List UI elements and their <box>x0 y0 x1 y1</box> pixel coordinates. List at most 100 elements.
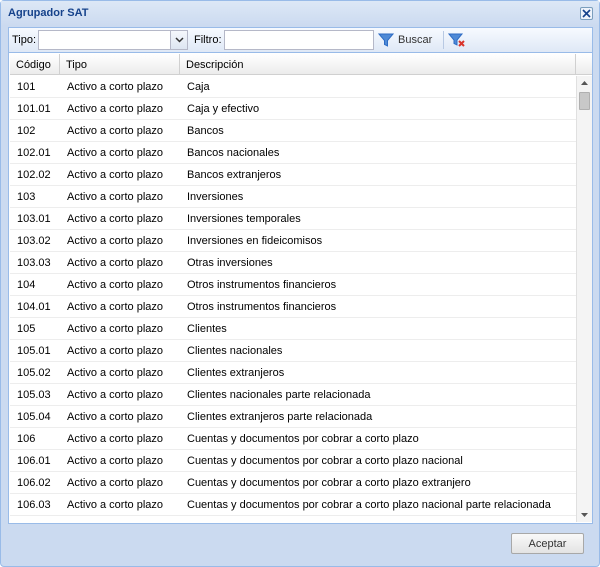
column-header-descripcion[interactable]: Descripción <box>180 54 576 75</box>
cell-tipo: Activo a corto plazo <box>67 499 163 511</box>
cell-codigo: 103 <box>17 191 36 203</box>
table-row[interactable]: 103.01 Activo a corto plazo Inversiones te… <box>10 208 576 230</box>
cell-descripcion: Bancos nacionales <box>187 147 280 159</box>
cell-tipo: Activo a corto plazo <box>67 323 163 335</box>
scroll-down-button[interactable] <box>577 508 592 522</box>
table-row[interactable]: 106.03 Activo a corto plazo Cuentas y docu… <box>10 494 576 516</box>
cell-codigo: 106.02 <box>17 477 51 489</box>
cell-descripcion: Caja <box>187 81 210 93</box>
tipo-label: Tipo: <box>12 34 37 46</box>
grid-toolbar: Tipo: Filtro: Buscar <box>9 28 592 53</box>
cell-descripcion: Caja y efectivo <box>187 103 260 115</box>
cell-tipo: Activo a corto plazo <box>67 279 163 291</box>
cell-codigo: 102.02 <box>17 169 51 181</box>
cell-codigo: 103.01 <box>17 213 51 225</box>
cell-tipo: Activo a corto plazo <box>67 345 163 357</box>
cell-codigo: 106.01 <box>17 455 51 467</box>
filtro-label: Filtro: <box>194 34 222 46</box>
table-row[interactable]: 103.02 Activo a corto plazo Inversiones en… <box>10 230 576 252</box>
dialog-window: Agrupador SAT Tipo: Filtro: Buscar Códig… <box>0 0 600 567</box>
table-row[interactable]: 105.03 Activo a corto plazo Clientes nacio… <box>10 384 576 406</box>
cell-codigo: 106.04 <box>17 521 51 522</box>
table-row[interactable]: 103 Activo a corto plazo Inversiones <box>10 186 576 208</box>
tipo-combobox[interactable] <box>38 30 188 50</box>
cell-tipo: Activo a corto plazo <box>67 125 163 137</box>
table-row[interactable]: 105.02 Activo a corto plazo Clientes extra… <box>10 362 576 384</box>
cell-descripcion: Inversiones <box>187 191 244 203</box>
table-row[interactable]: 104 Activo a corto plazo Otros instrumento… <box>10 274 576 296</box>
cell-descripcion: Inversiones temporales <box>187 213 301 225</box>
cell-tipo: Activo a corto plazo <box>67 455 163 467</box>
search-button-label: Buscar <box>398 34 433 46</box>
cell-descripcion: Cuentas y documentos por cobrar a corto … <box>187 455 463 467</box>
cell-tipo: Activo a corto plazo <box>67 257 163 269</box>
cell-tipo: Activo a corto plazo <box>67 191 163 203</box>
table-row[interactable]: 105.04 Activo a corto plazo Clientes extra… <box>10 406 576 428</box>
scroll-up-button[interactable] <box>577 76 592 90</box>
grid-header: Código Tipo Descripción <box>10 54 592 75</box>
cell-codigo: 103.02 <box>17 235 51 247</box>
cell-descripcion: Clientes <box>187 323 227 335</box>
cell-codigo: 102.01 <box>17 147 51 159</box>
table-row[interactable]: 104.01 Activo a corto plazo Otros instrume… <box>10 296 576 318</box>
cell-descripcion: Clientes extranjeros parte relacionada <box>187 411 373 423</box>
table-row[interactable]: 101 Activo a corto plazo Caja <box>10 76 576 98</box>
cell-tipo: Activo a corto plazo <box>67 213 163 225</box>
column-header-tipo[interactable]: Tipo <box>60 54 180 75</box>
cell-descripcion: Bancos <box>187 125 224 137</box>
table-row[interactable]: 106.01 Activo a corto plazo Cuentas y docu… <box>10 450 576 472</box>
tipo-dropdown-trigger[interactable] <box>170 31 187 49</box>
cell-codigo: 105.02 <box>17 367 51 379</box>
close-icon <box>582 9 591 18</box>
table-row[interactable]: 102.01 Activo a corto plazo Bancos naciona… <box>10 142 576 164</box>
cell-tipo: Activo a corto plazo <box>67 411 163 423</box>
cell-codigo: 103.03 <box>17 257 51 269</box>
grid-body: 101 Activo a corto plazo Caja 101.01 Activo … <box>10 76 576 522</box>
cell-tipo: Activo a corto plazo <box>67 103 163 115</box>
filtro-input[interactable] <box>224 30 374 50</box>
cell-tipo: Activo a corto plazo <box>67 81 163 93</box>
filter-funnel-icon <box>378 33 394 47</box>
table-row[interactable]: 106 Activo a corto plazo Cuentas y documen… <box>10 428 576 450</box>
column-header-codigo[interactable]: Código <box>10 54 60 75</box>
dialog-title: Agrupador SAT <box>8 7 89 19</box>
table-row[interactable]: 103.03 Activo a corto plazo Otras inversio… <box>10 252 576 274</box>
table-row[interactable]: 101.01 Activo a corto plazo Caja y efectiv… <box>10 98 576 120</box>
cell-descripcion: Inversiones en fideicomisos <box>187 235 323 247</box>
table-row[interactable]: 106.02 Activo a corto plazo Cuentas y docu… <box>10 472 576 494</box>
cell-descripcion: Clientes nacionales <box>187 345 283 357</box>
cell-descripcion: Otros instrumentos financieros <box>187 279 337 291</box>
cell-tipo: Activo a corto plazo <box>67 235 163 247</box>
cell-descripcion: Cuentas y documentos por cobrar a corto … <box>187 499 551 511</box>
cell-codigo: 102 <box>17 125 36 137</box>
scroll-thumb[interactable] <box>579 92 590 110</box>
cell-descripcion: Cuentas y documentos por cobrar a corto … <box>187 521 559 522</box>
table-row[interactable]: 106.04 Activo a corto plazo Cuentas y docu… <box>10 516 576 522</box>
close-button[interactable] <box>580 7 593 20</box>
accept-button[interactable]: Aceptar <box>511 533 584 554</box>
cell-descripcion: Clientes extranjeros <box>187 367 285 379</box>
table-row[interactable]: 102.02 Activo a corto plazo Bancos extranj… <box>10 164 576 186</box>
cell-codigo: 101.01 <box>17 103 51 115</box>
column-header-spacer <box>576 54 592 75</box>
cell-tipo: Activo a corto plazo <box>67 169 163 181</box>
cell-codigo: 105.04 <box>17 411 51 423</box>
vertical-scrollbar[interactable] <box>576 76 592 522</box>
cell-codigo: 101 <box>17 81 36 93</box>
dialog-titlebar[interactable]: Agrupador SAT <box>1 1 599 26</box>
chevron-down-icon <box>174 37 184 43</box>
table-row[interactable]: 102 Activo a corto plazo Bancos <box>10 120 576 142</box>
cell-tipo: Activo a corto plazo <box>67 147 163 159</box>
cell-codigo: 105 <box>17 323 36 335</box>
arrow-up-icon <box>581 81 588 85</box>
cell-descripcion: Otros instrumentos financieros <box>187 301 337 313</box>
search-button[interactable]: Buscar <box>378 30 439 50</box>
cell-descripcion: Clientes nacionales parte relacionada <box>187 389 371 401</box>
table-row[interactable]: 105 Activo a corto plazo Clientes <box>10 318 576 340</box>
clear-filter-button[interactable] <box>447 30 467 50</box>
cell-descripcion: Otras inversiones <box>187 257 273 269</box>
cell-tipo: Activo a corto plazo <box>67 433 163 445</box>
cell-tipo: Activo a corto plazo <box>67 367 163 379</box>
cell-codigo: 106.03 <box>17 499 51 511</box>
table-row[interactable]: 105.01 Activo a corto plazo Clientes nacio… <box>10 340 576 362</box>
